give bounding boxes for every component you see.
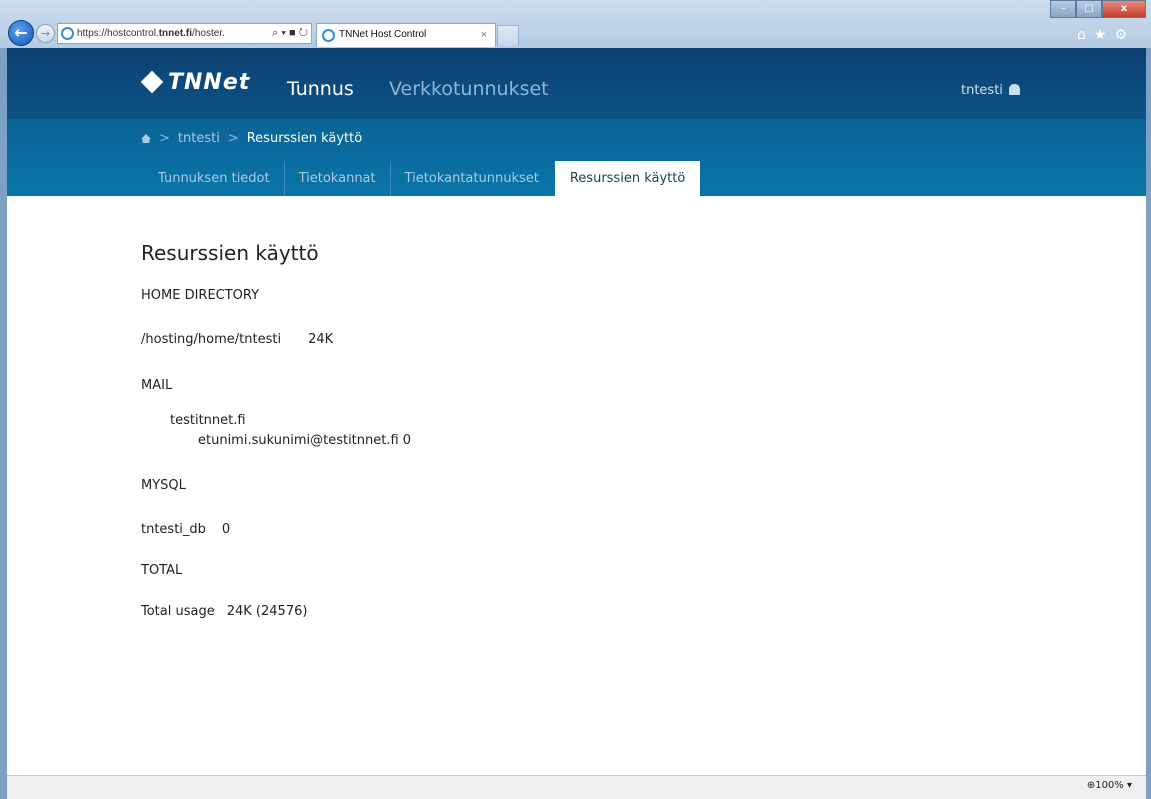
tab-title: TNNet Host Control (339, 29, 427, 40)
nav-tunnus[interactable]: Tunnus (287, 78, 354, 100)
zoom-control[interactable]: ⊕100% ▾ (1087, 780, 1132, 791)
ie-icon (322, 29, 335, 42)
mysql-row: tntesti_db 0 (141, 522, 230, 537)
refresh-icon[interactable]: ↻ (299, 27, 308, 39)
logo[interactable]: TNNet (140, 70, 251, 95)
zoom-level: 100% (1095, 780, 1124, 791)
logo-text: TNNet (168, 70, 251, 95)
window-frame-right (1146, 48, 1151, 799)
breadcrumb: > tntesti > Resurssien käyttö (141, 131, 362, 146)
breadcrumb-separator: > (227, 131, 239, 146)
user-menu[interactable]: tntesti (961, 83, 1020, 98)
user-icon (1008, 84, 1020, 95)
ie-icon (61, 27, 74, 40)
back-arrow-icon: ← (14, 23, 28, 42)
window-frame (0, 48, 7, 799)
nav-verkkotunnukset[interactable]: Verkkotunnukset (389, 78, 549, 100)
mysql-heading: MYSQL (141, 478, 186, 493)
mysql-db-name: tntesti_db (141, 522, 206, 537)
home-icon[interactable] (141, 134, 151, 143)
address-bar[interactable]: https://hostcontrol.tnnet.fi/hoster. ⌕ ▾… (57, 23, 312, 44)
gear-icon[interactable]: ⚙ (1114, 27, 1135, 43)
mail-heading: MAIL (141, 378, 173, 393)
address-text: https://hostcontrol.tnnet.fi/hoster. (77, 28, 225, 39)
tab-bar: Tunnuksen tiedot Tietokannat Tietokantat… (144, 161, 701, 196)
address-tools[interactable]: ⌕ ▾ ■ ↻ (270, 24, 308, 43)
search-icon[interactable]: ⌕ (272, 27, 278, 39)
page-viewport: TNNet Tunnus Verkkotunnukset tntesti > tn… (7, 48, 1146, 775)
close-button[interactable]: x (1102, 0, 1146, 18)
close-tab-icon[interactable]: × (481, 24, 487, 46)
logo-diamond-icon (140, 70, 164, 94)
username: tntesti (961, 83, 1003, 98)
tab-tietokannat[interactable]: Tietokannat (285, 161, 391, 196)
browser-tab[interactable]: TNNet Host Control × (316, 23, 496, 47)
home-path: /hosting/home/tntesti (141, 332, 282, 347)
lock-icon: ■ (289, 27, 296, 39)
favorites-star-icon[interactable]: ★ (1094, 27, 1115, 43)
browser-toolbar-icons: ⌂★⚙ (1077, 27, 1135, 43)
forward-button[interactable]: → (36, 24, 55, 43)
home-directory-heading: HOME DIRECTORY (141, 288, 260, 303)
top-navbar: TNNet Tunnus Verkkotunnukset tntesti (7, 48, 1146, 119)
mail-account: etunimi.sukunimi@testitnnet.fi 0 (198, 433, 412, 448)
minimize-button[interactable]: – (1050, 0, 1076, 18)
forward-arrow-icon: → (40, 27, 51, 40)
tab-tietokantatunnukset[interactable]: Tietokantatunnukset (391, 161, 553, 196)
total-row: Total usage 24K (24576) (141, 604, 307, 619)
address-host: tnnet.fi (158, 28, 193, 39)
breadcrumb-item-account[interactable]: tntesti (178, 131, 220, 146)
tab-resurssien-kaytto[interactable]: Resurssien käyttö (554, 161, 701, 196)
back-button[interactable]: ← (8, 20, 34, 46)
breadcrumb-item-current: Resurssien käyttö (246, 131, 363, 146)
status-bar: ⊕100% ▾ (7, 775, 1146, 799)
mysql-db-size: 0 (221, 522, 231, 537)
zoom-icon: ⊕ (1086, 780, 1096, 791)
breadcrumb-separator: > (159, 131, 170, 146)
mail-domain: testitnnet.fi (170, 413, 246, 428)
total-value: 24K (24576) (226, 604, 308, 619)
new-tab-button[interactable] (497, 25, 519, 46)
home-directory-row: /hosting/home/tntesti 24K (141, 332, 333, 347)
page-title: Resurssien käyttö (141, 241, 319, 265)
tab-tunnuksen-tiedot[interactable]: Tunnuksen tiedot (144, 161, 285, 196)
total-heading: TOTAL (141, 563, 183, 578)
home-size: 24K (308, 332, 334, 347)
subheader: > tntesti > Resurssien käyttö Tunnuksen tie… (7, 119, 1146, 196)
total-label: Total usage (141, 604, 215, 619)
home-icon[interactable]: ⌂ (1077, 27, 1094, 43)
maximize-button[interactable]: □ (1076, 0, 1102, 18)
